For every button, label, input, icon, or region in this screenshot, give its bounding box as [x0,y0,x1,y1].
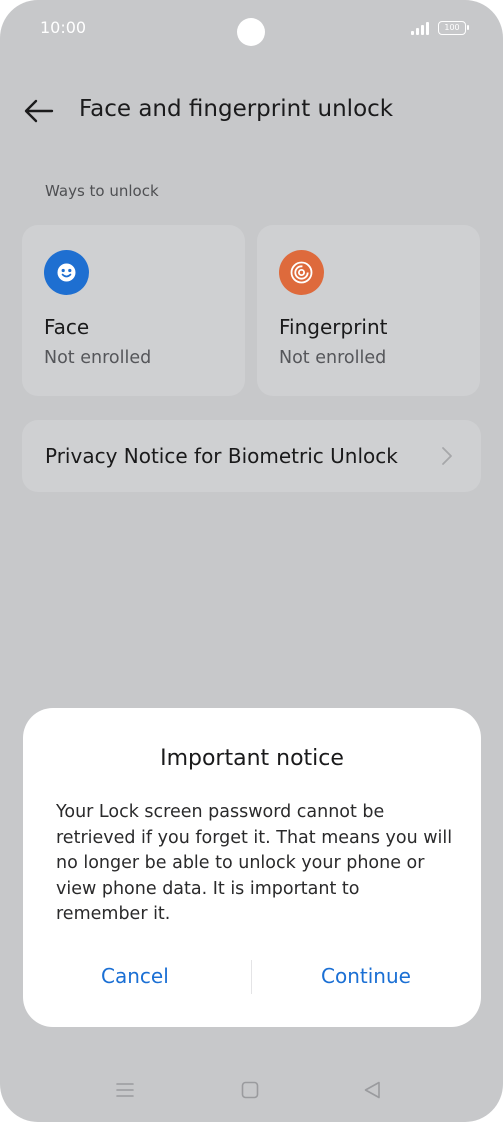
section-label: Ways to unlock [45,182,159,200]
camera-cutout [237,18,265,46]
status-time: 10:00 [40,18,87,37]
app-header: Face and fingerprint unlock [0,88,503,136]
continue-button[interactable]: Continue [321,964,411,988]
fingerprint-unlock-card[interactable]: Fingerprint Not enrolled [257,225,480,396]
battery-icon: 100 [438,21,469,35]
face-unlock-card[interactable]: Face Not enrolled [22,225,245,396]
face-label: Face [44,315,90,339]
cancel-button[interactable]: Cancel [101,964,169,988]
fingerprint-status: Not enrolled [279,348,387,368]
home-icon[interactable] [241,1080,259,1100]
important-notice-dialog: Important notice Your Lock screen passwo… [23,708,481,1027]
button-divider [251,960,252,994]
arrow-left-icon[interactable] [24,98,54,124]
face-icon [44,250,89,295]
fingerprint-label: Fingerprint [279,315,388,339]
phone-screen: 10:00 100 Face and fingerprint unlock Wa… [0,0,503,1122]
chevron-right-icon [442,447,452,465]
navigation-bar [0,1070,503,1110]
status-bar: 10:00 100 [0,0,503,56]
privacy-notice-label: Privacy Notice for Biometric Unlock [45,444,398,468]
fingerprint-icon [279,250,324,295]
dialog-message: Your Lock screen password cannot be retr… [56,802,453,924]
page-title: Face and fingerprint unlock [79,96,394,122]
privacy-notice-row[interactable]: Privacy Notice for Biometric Unlock [22,420,481,492]
signal-icon [411,22,429,35]
face-status: Not enrolled [44,348,152,368]
menu-icon[interactable] [116,1080,134,1100]
back-icon[interactable] [363,1080,381,1100]
dialog-title: Important notice [160,746,344,771]
